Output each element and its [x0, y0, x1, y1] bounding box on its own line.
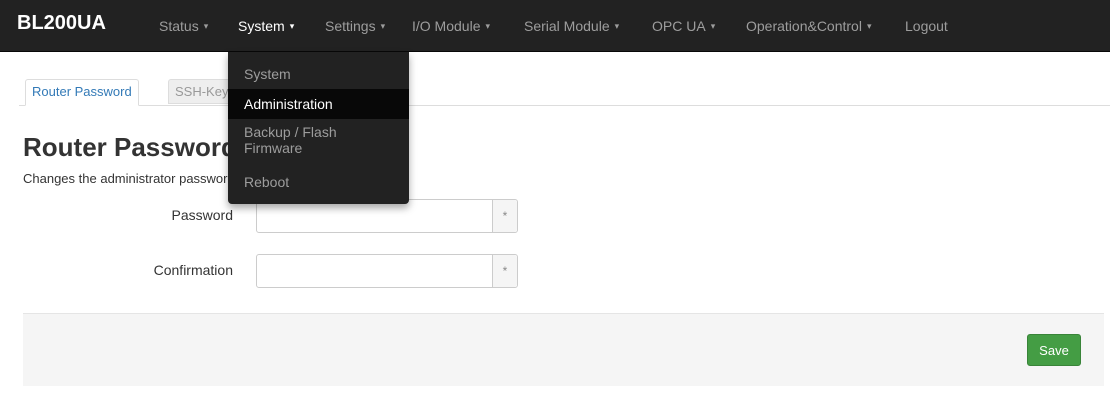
menu-item-system[interactable]: System [228, 66, 409, 82]
caret-down-icon: ▾ [485, 21, 491, 31]
nav-serial-module-label: Serial Module [524, 18, 610, 34]
menu-item-reboot[interactable]: Reboot [228, 174, 409, 190]
nav-system-menu[interactable]: System ▾ [238, 18, 294, 34]
nav-io-module-label: I/O Module [412, 18, 481, 34]
tab-router-password[interactable]: Router Password [25, 79, 139, 106]
nav-io-module-menu[interactable]: I/O Module ▾ [412, 18, 490, 34]
reveal-password-icon[interactable]: * [492, 200, 517, 232]
menu-item-backup-flash-label: Backup / Flash [244, 124, 337, 140]
menu-item-backup-flash[interactable]: Backup / Flash Firmware [228, 124, 409, 156]
caret-down-icon: ▾ [203, 21, 209, 31]
menu-item-firmware-label: Firmware [244, 140, 303, 156]
nav-settings-menu[interactable]: Settings ▾ [325, 18, 385, 34]
confirmation-input[interactable] [257, 255, 492, 287]
menu-item-administration[interactable]: Administration [228, 89, 409, 119]
nav-opc-ua-menu[interactable]: OPC UA ▾ [652, 18, 715, 34]
system-dropdown-menu: System Administration Backup / Flash Fir… [228, 52, 409, 204]
caret-down-icon: ▾ [380, 21, 386, 31]
page-title: Router Password [23, 132, 237, 162]
confirmation-label: Confirmation [153, 262, 233, 278]
password-input[interactable] [257, 200, 492, 232]
tab-bar: Router Password SSH-Keys [19, 79, 1110, 106]
nav-status-menu[interactable]: Status ▾ [159, 18, 208, 34]
reveal-confirmation-icon[interactable]: * [492, 255, 517, 287]
caret-down-icon: ▾ [710, 21, 716, 31]
nav-operation-control-menu[interactable]: Operation&Control ▾ [746, 18, 871, 34]
password-label: Password [171, 207, 233, 223]
password-field-group: * [256, 199, 518, 233]
nav-logout-link[interactable]: Logout [905, 18, 948, 34]
brand-logo[interactable]: BL200UA [17, 12, 106, 35]
caret-down-icon: ▾ [614, 21, 620, 31]
nav-serial-module-menu[interactable]: Serial Module ▾ [524, 18, 619, 34]
confirmation-field-group: * [256, 254, 518, 288]
caret-down-icon: ▾ [289, 21, 295, 31]
nav-status-label: Status [159, 18, 199, 34]
nav-opc-ua-label: OPC UA [652, 18, 706, 34]
nav-system-label: System [238, 18, 285, 34]
save-button[interactable]: Save [1027, 334, 1081, 366]
nav-operation-control-label: Operation&Control [746, 18, 862, 34]
top-navbar: BL200UA Status ▾ System ▾ Settings ▾ I/O Mo… [0, 0, 1110, 52]
nav-settings-label: Settings [325, 18, 376, 34]
caret-down-icon: ▾ [866, 21, 872, 31]
form-actions-bar: Save [23, 313, 1104, 386]
